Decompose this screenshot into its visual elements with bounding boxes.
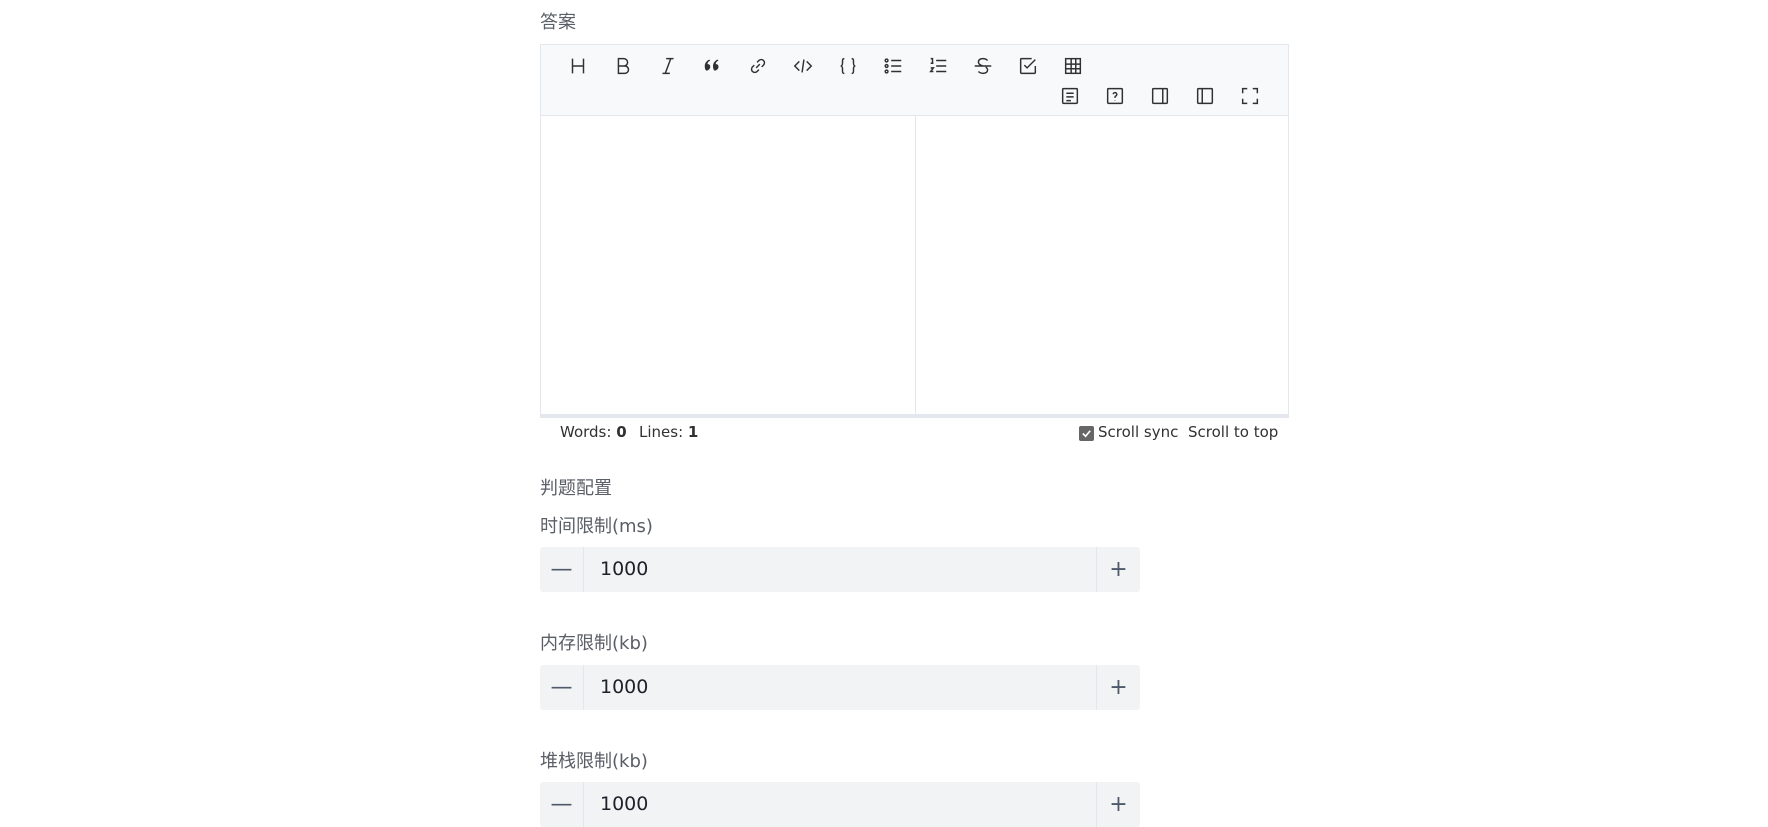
- help-icon[interactable]: [1100, 81, 1130, 111]
- side-by-side-icon[interactable]: [1190, 81, 1220, 111]
- table-icon[interactable]: [1058, 51, 1088, 81]
- bold-icon[interactable]: [608, 51, 638, 81]
- line-count: Lines: 1: [639, 423, 698, 441]
- word-count-value: 0: [616, 423, 627, 441]
- judge-config-title: 判题配置: [540, 478, 612, 499]
- time-limit-decrement-button[interactable]: —: [540, 547, 584, 592]
- code-block-icon[interactable]: [833, 51, 863, 81]
- memory-limit-decrement-button[interactable]: —: [540, 665, 584, 710]
- time-limit-label: 时间限制(ms): [540, 516, 653, 537]
- answer-label: 答案: [540, 12, 576, 33]
- quote-icon[interactable]: [698, 51, 728, 81]
- memory-limit-increment-button[interactable]: +: [1096, 665, 1140, 710]
- stack-limit-decrement-button[interactable]: —: [540, 782, 584, 827]
- ordered-list-icon[interactable]: [923, 51, 953, 81]
- fullscreen-icon[interactable]: [1235, 81, 1265, 111]
- word-count: Words: 0: [560, 423, 627, 441]
- strikethrough-icon[interactable]: [968, 51, 998, 81]
- stack-limit-label: 堆栈限制(kb): [540, 751, 648, 772]
- memory-limit-stepper: — 1000 +: [540, 665, 1140, 710]
- page: 答案 Words: 0 Lines: 1 Scroll sync Scroll …: [0, 0, 1768, 827]
- unordered-list-icon[interactable]: [878, 51, 908, 81]
- memory-limit-input[interactable]: 1000: [584, 665, 1096, 710]
- syntax-help-icon[interactable]: [1055, 81, 1085, 111]
- line-count-label: Lines:: [639, 423, 684, 441]
- time-limit-increment-button[interactable]: +: [1096, 547, 1140, 592]
- editor-divider: [541, 414, 1288, 417]
- stack-limit-input[interactable]: 1000: [584, 782, 1096, 827]
- italic-icon[interactable]: [653, 51, 683, 81]
- time-limit-input[interactable]: 1000: [584, 547, 1096, 592]
- task-list-icon[interactable]: [1013, 51, 1043, 81]
- stack-limit-stepper: — 1000 +: [540, 782, 1140, 827]
- editor-input-pane[interactable]: [541, 116, 916, 415]
- memory-limit-label: 内存限制(kb): [540, 633, 648, 654]
- scroll-sync-checkbox[interactable]: [1079, 426, 1094, 441]
- word-count-label: Words:: [560, 423, 612, 441]
- markdown-editor: [540, 44, 1289, 418]
- editor-preview-pane: [916, 116, 1288, 415]
- scroll-sync-label[interactable]: Scroll sync: [1098, 423, 1178, 441]
- inline-code-icon[interactable]: [788, 51, 818, 81]
- stack-limit-increment-button[interactable]: +: [1096, 782, 1140, 827]
- scroll-to-top-link[interactable]: Scroll to top: [1188, 423, 1278, 441]
- link-icon[interactable]: [743, 51, 773, 81]
- heading-icon[interactable]: [563, 51, 593, 81]
- preview-only-icon[interactable]: [1145, 81, 1175, 111]
- line-count-value: 1: [687, 423, 699, 441]
- check-icon: [1082, 430, 1091, 438]
- editor-statusbar: Words: 0 Lines: 1 Scroll sync Scroll to …: [540, 420, 1289, 444]
- time-limit-stepper: — 1000 +: [540, 547, 1140, 592]
- editor-toolbar: [541, 45, 1288, 116]
